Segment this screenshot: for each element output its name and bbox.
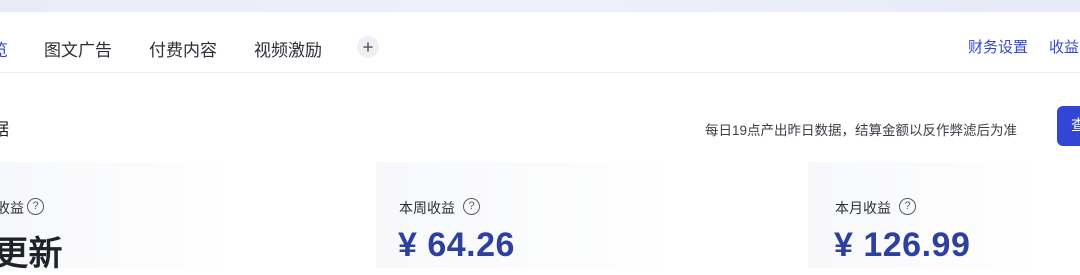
top-banner-strip	[0, 0, 1080, 12]
earnings-link[interactable]: 收益	[1049, 36, 1079, 57]
help-icon[interactable]: ?	[27, 198, 44, 215]
help-icon[interactable]: ?	[899, 198, 916, 215]
section-title: 据	[0, 120, 9, 139]
tab-overview[interactable]: 览	[0, 36, 8, 61]
data-section-header: 据 每日19点产出昨日数据，结算金额以反作弊滤后为准 查	[0, 73, 1080, 163]
tab-paid-content[interactable]: 付费内容	[149, 36, 217, 61]
tab-bar: 览 图文广告 付费内容 视频激励 财务设置 收益	[0, 12, 1080, 73]
card-label: 本月收益	[835, 200, 891, 216]
finance-settings-link[interactable]: 财务设置	[968, 36, 1028, 57]
tab-video-incentive[interactable]: 视频激励	[254, 36, 322, 61]
card-value: ¥ 64.26	[398, 226, 515, 264]
earnings-card-week: 本周收益 ? ¥ 64.26	[376, 162, 780, 268]
add-tab-button[interactable]	[357, 36, 379, 58]
query-button[interactable]: 查	[1057, 106, 1080, 146]
help-icon[interactable]: ?	[463, 198, 480, 215]
earnings-card-month: 本月收益 ? ¥ 126.99	[808, 162, 1080, 268]
card-label: 本周收益	[399, 200, 455, 216]
plus-icon	[363, 42, 373, 52]
tab-image-text-ads[interactable]: 图文广告	[44, 36, 112, 61]
card-label: 收益	[0, 200, 24, 216]
card-value: ¥ 126.99	[834, 226, 971, 264]
earnings-cards: 收益 ? 更新 本周收益 ? ¥ 64.26 本月收益 ? ¥ 126.99	[0, 162, 1080, 273]
earnings-card-today: 收益 ? 更新	[0, 162, 344, 273]
data-notice: 每日19点产出昨日数据，结算金额以反作弊滤后为准	[705, 123, 1018, 138]
